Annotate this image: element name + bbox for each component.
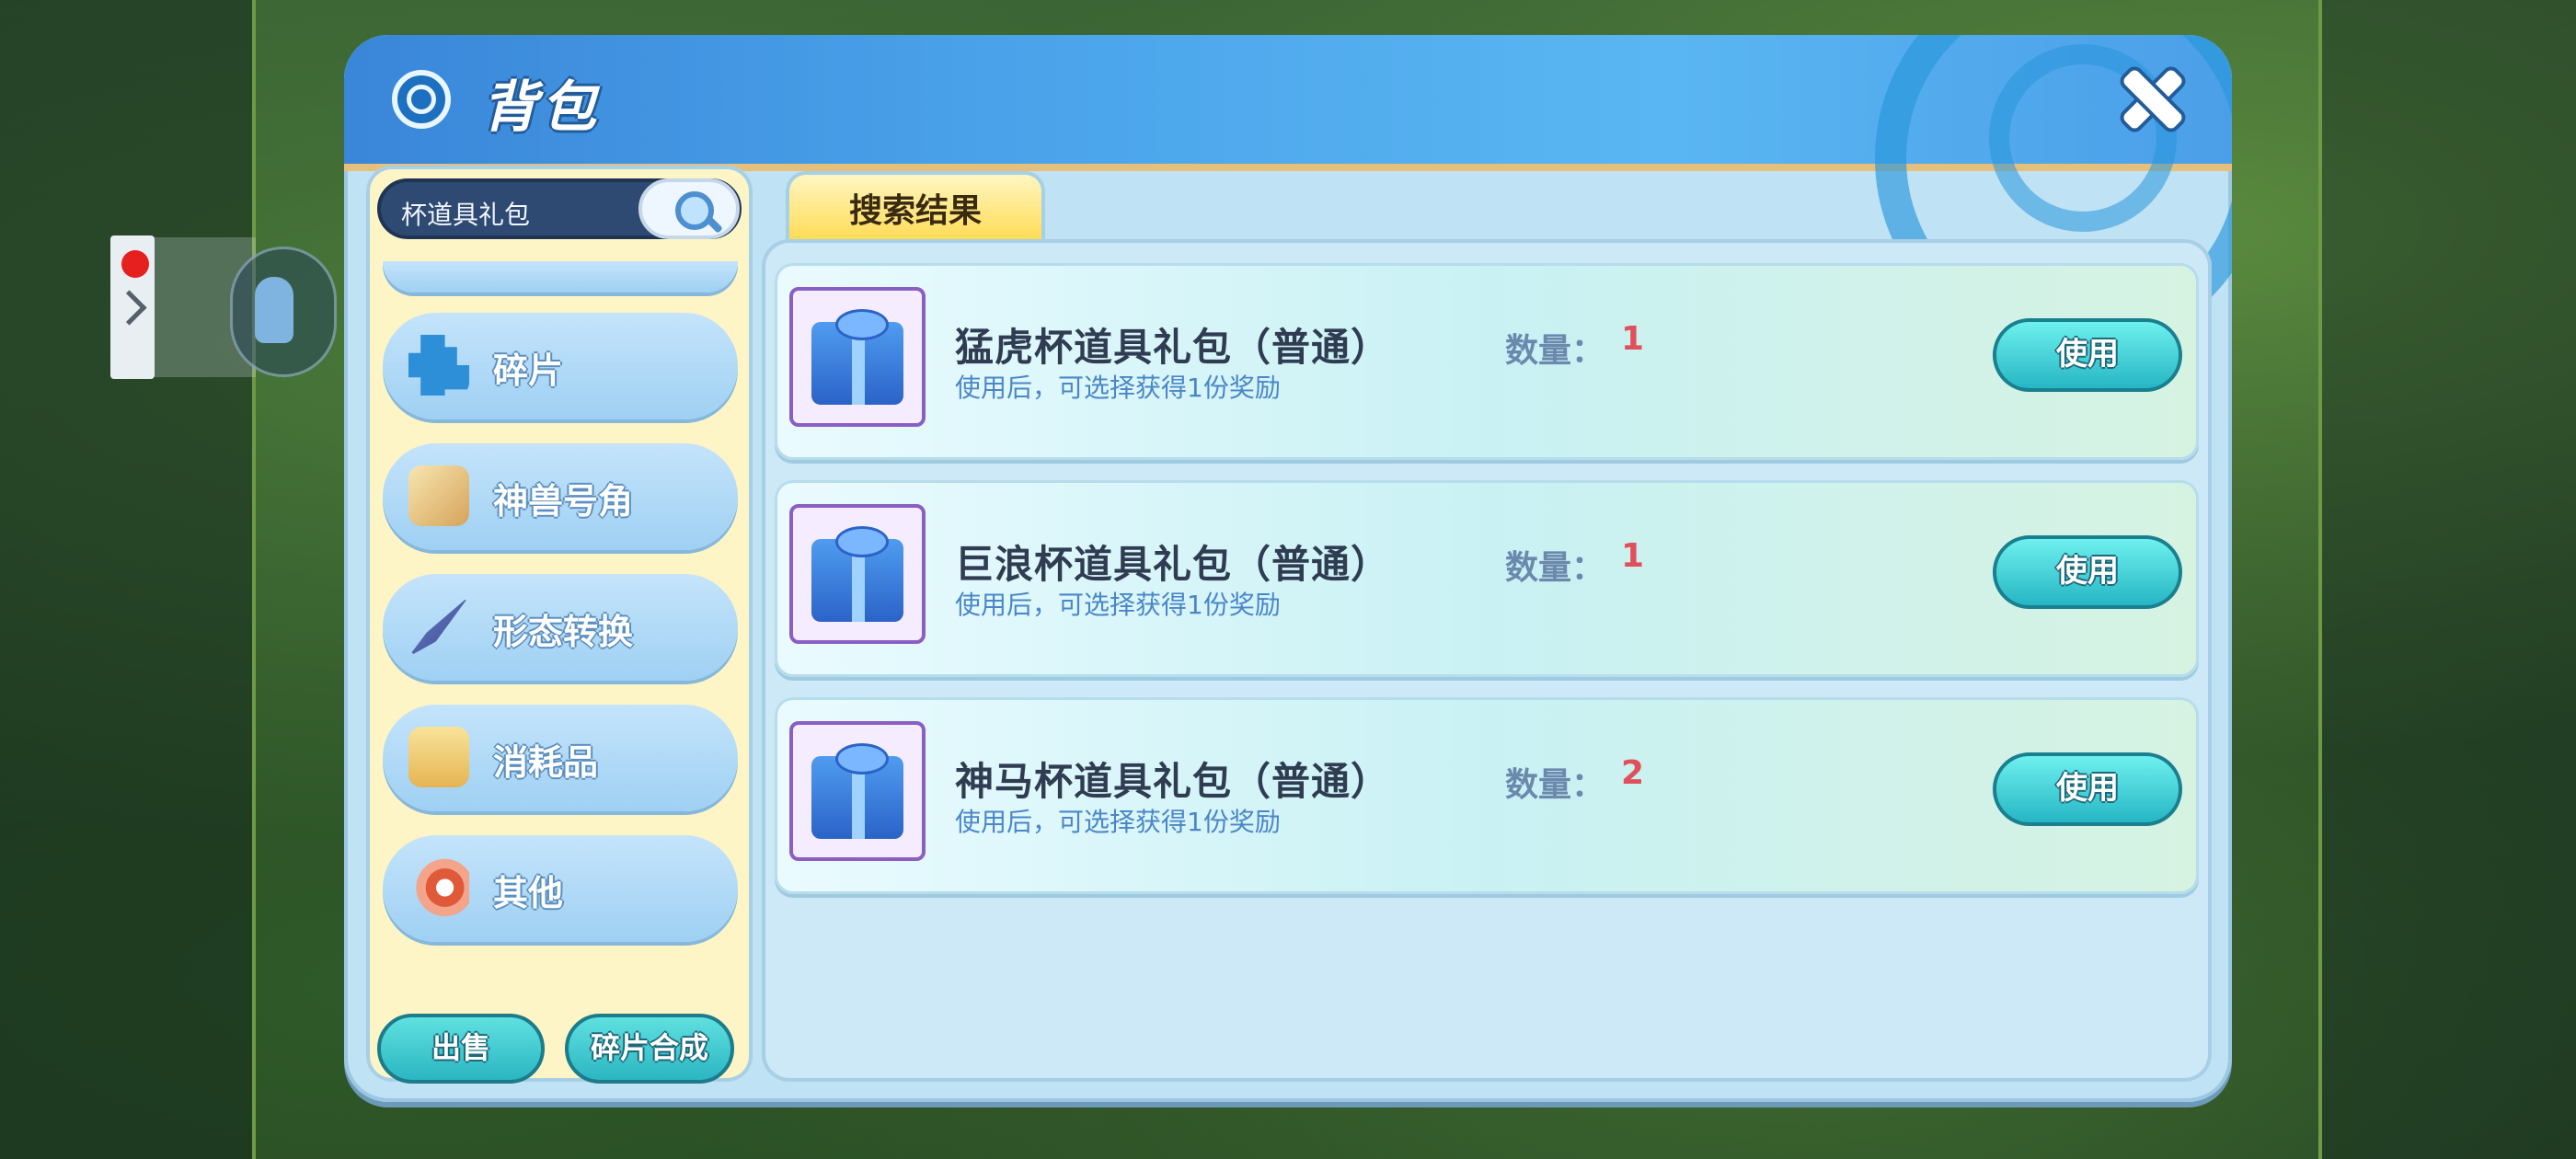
- category-label: 形态转换: [493, 612, 634, 652]
- item-description: 使用后，可选择获得1份奖励: [955, 590, 1281, 620]
- item-thumbnail[interactable]: [789, 504, 926, 644]
- quantity-value: 1: [1621, 537, 1645, 575]
- right-edge-overlay: [2318, 0, 2576, 1159]
- box-icon: [408, 727, 469, 787]
- use-button[interactable]: 使用: [1993, 318, 2182, 392]
- category-label: 其他: [493, 873, 564, 913]
- panel-title: 背包: [482, 75, 600, 140]
- item-name: 猛虎杯道具礼包（普通）: [955, 325, 1391, 370]
- item-description: 使用后，可选择获得1份奖励: [955, 807, 1281, 837]
- item-name: 巨浪杯道具礼包（普通）: [955, 542, 1391, 587]
- search-input[interactable]: 杯道具礼包: [377, 178, 742, 239]
- backpack-panel: 背包 杯道具礼包 碎片 神兽号角 形态转换 消耗品 其他 出售 碎片合成 搜索结…: [344, 35, 2232, 1102]
- backpack-icon: [392, 70, 451, 129]
- item-description: 使用后，可选择获得1份奖励: [955, 373, 1281, 403]
- puzzle-icon: [408, 335, 469, 396]
- category-label: 神兽号角: [493, 481, 634, 522]
- category-label: 消耗品: [493, 742, 599, 783]
- side-menu-toggle[interactable]: [110, 235, 155, 379]
- horn-icon: [408, 465, 469, 526]
- close-button[interactable]: [2116, 63, 2190, 136]
- quantity-label: 数量：: [1505, 766, 1605, 804]
- category-item-beast-horn[interactable]: 神兽号角: [383, 443, 738, 550]
- category-list[interactable]: 碎片 神兽号角 形态转换 消耗品 其他: [383, 261, 738, 966]
- panel-header: 背包: [344, 35, 2232, 355]
- quantity-label: 数量：: [1505, 332, 1605, 370]
- category-item-partial[interactable]: [383, 261, 738, 293]
- category-item-form-change[interactable]: 形态转换: [383, 574, 738, 681]
- search-results-list: 猛虎杯道具礼包（普通） 使用后，可选择获得1份奖励 数量： 1 使用 巨浪杯道具…: [762, 239, 2212, 1082]
- search-button[interactable]: [638, 178, 740, 239]
- rocket-shortcut-button[interactable]: [230, 247, 337, 377]
- use-button[interactable]: 使用: [1993, 535, 2182, 609]
- search-input-value: 杯道具礼包: [401, 200, 531, 230]
- use-button[interactable]: 使用: [1993, 752, 2182, 826]
- sell-button[interactable]: 出售: [377, 1014, 545, 1084]
- shard-icon: [408, 596, 469, 657]
- quantity-value: 1: [1621, 320, 1645, 358]
- notification-dot: [121, 250, 149, 278]
- category-item-other[interactable]: 其他: [383, 835, 738, 942]
- left-edge-overlay: [0, 0, 256, 1159]
- category-label: 碎片: [493, 350, 564, 391]
- rocket-icon: [255, 277, 293, 343]
- quantity-value: 2: [1621, 754, 1645, 792]
- chevron-right-icon: [110, 289, 147, 326]
- item-thumbnail[interactable]: [789, 721, 926, 861]
- category-item-consumables[interactable]: 消耗品: [383, 705, 738, 811]
- quantity-label: 数量：: [1505, 549, 1605, 587]
- list-item: 猛虎杯道具礼包（普通） 使用后，可选择获得1份奖励 数量： 1 使用: [775, 263, 2199, 460]
- category-sidebar: 杯道具礼包 碎片 神兽号角 形态转换 消耗品 其他 出售 碎片合成: [366, 166, 753, 1084]
- tab-search-results[interactable]: 搜索结果: [786, 171, 1045, 247]
- list-item: 巨浪杯道具礼包（普通） 使用后，可选择获得1份奖励 数量： 1 使用: [775, 480, 2199, 677]
- item-name: 神马杯道具礼包（普通）: [955, 759, 1391, 804]
- item-thumbnail[interactable]: [789, 287, 926, 427]
- category-item-fragments[interactable]: 碎片: [383, 313, 738, 419]
- list-item: 神马杯道具礼包（普通） 使用后，可选择获得1份奖励 数量： 2 使用: [775, 697, 2199, 894]
- speaker-icon: [408, 857, 469, 918]
- synthesize-fragments-button[interactable]: 碎片合成: [565, 1014, 734, 1084]
